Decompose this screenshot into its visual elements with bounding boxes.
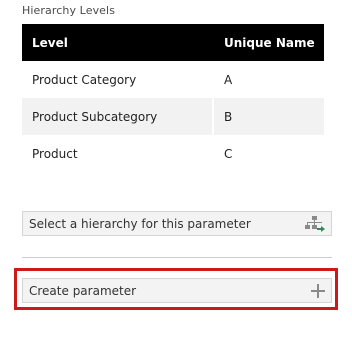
hierarchy-levels-table: Level Unique Name Product Category A Pro… [22,24,324,172]
plus-icon [311,283,325,298]
cell-level: Product [22,135,214,172]
parameter-panel: Hierarchy Levels Level Unique Name Produ… [0,0,352,355]
cell-unique-name: A [224,72,233,87]
cell-unique-name: C [224,146,233,161]
divider [22,257,332,258]
cell-level: Product Subcategory [22,98,214,135]
hierarchy-icon [305,215,325,232]
table-row[interactable]: Product Category A [22,61,324,98]
table-header: Level Unique Name [22,24,324,61]
hierarchy-select-label: Select a hierarchy for this parameter [29,216,251,231]
section-title: Hierarchy Levels [22,4,116,17]
create-parameter-button[interactable]: Create parameter [22,278,332,303]
cell-level: Product Category [22,61,214,98]
cell-unique-name: B [224,109,233,124]
column-header-level: Level [32,35,68,50]
create-parameter-label: Create parameter [29,283,137,298]
table-row[interactable]: Product C [22,135,324,172]
hierarchy-select[interactable]: Select a hierarchy for this parameter [22,211,332,236]
column-header-unique-name: Unique Name [224,35,315,50]
table-row[interactable]: Product Subcategory B [22,98,324,135]
